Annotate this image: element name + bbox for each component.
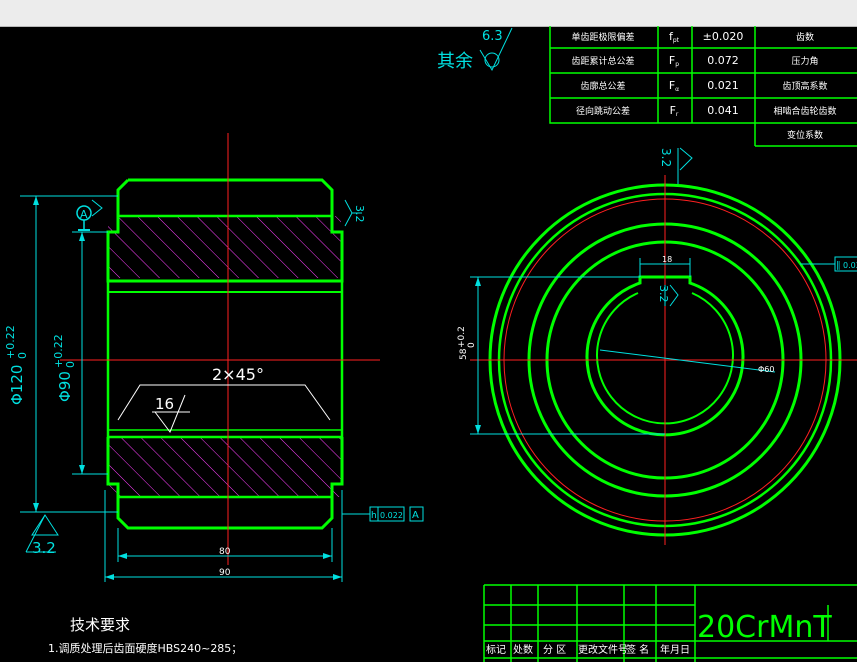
general-roughness-symbol: 6.3 其余 xyxy=(437,27,513,72)
bore-diameter-dim: Φ90 xyxy=(56,371,74,402)
roughness-rest-label: 其余 xyxy=(437,51,473,72)
outer-diameter-dim: Φ120 xyxy=(8,365,26,405)
roughness-value: 16 xyxy=(155,395,174,413)
inner-length-dim: 80 xyxy=(219,547,231,557)
key-depth-tol-upper: +0.2 xyxy=(457,326,467,348)
total-length-dim: 90 xyxy=(219,568,231,578)
tolerance-value: 0.022 xyxy=(380,511,403,520)
table-row-value: 0.072 xyxy=(707,54,739,67)
notes-line: 1.调质处理后齿面硬度HBS240~285； xyxy=(48,641,242,655)
roughness-value: 3.2 xyxy=(659,148,673,167)
roughness-value: 3.2 xyxy=(32,539,56,557)
window-title-bar xyxy=(0,0,857,27)
keyway-roughness: 3.2 xyxy=(657,284,679,307)
title-block-header: 更改文件号 xyxy=(578,643,628,656)
tolerance-symbol: ∥ xyxy=(836,261,841,271)
roughness-value: 3.2 xyxy=(353,205,366,223)
roughness-value: 3.2 xyxy=(657,285,670,303)
title-block-header: 年月日 xyxy=(660,643,690,656)
key-width-dim: 18 xyxy=(662,255,672,264)
svg-text:Fp: Fp xyxy=(669,54,679,68)
svg-text:Fα: Fα xyxy=(669,79,679,93)
hatch-upper xyxy=(108,216,341,278)
table-row-symbol-sub: α xyxy=(675,86,679,93)
table-row-name: 齿廓总公差 xyxy=(580,80,625,92)
roughness-symbol-right: 3.2 xyxy=(344,199,366,227)
datum-letter: A xyxy=(80,208,88,221)
title-block-header: 处数 xyxy=(513,643,533,656)
section-view: 2×45° 16 3.2 A Φ120 +0.22 0 Φ90 +0.22 0 … xyxy=(4,133,424,582)
roughness-value: 6.3 xyxy=(482,29,503,44)
table-row-symbol-sub: pt xyxy=(673,37,680,44)
table-row-name: 齿距累计总公差 xyxy=(571,55,634,67)
material-label: 20CrMnT xyxy=(697,610,832,645)
svg-text:Φ120: Φ120 xyxy=(8,365,26,405)
table-right-label: 齿数 xyxy=(796,31,814,43)
gear-front-view: 18 58 +0.2 0 Φ60 3.2 3.2 ∥ 0.0 xyxy=(457,147,857,545)
table-row-symbol-sub: r xyxy=(676,111,679,118)
notes-title: 技术要求 xyxy=(70,616,130,634)
key-depth-dim: 58 xyxy=(459,348,469,360)
svg-text:Φ90: Φ90 xyxy=(56,371,74,402)
outer-diameter-tol-lower: 0 xyxy=(16,352,29,359)
bore-diameter-tol-lower: 0 xyxy=(64,361,77,368)
tolerance-value: 0.02 xyxy=(843,261,857,270)
table-right-label: 压力角 xyxy=(791,55,818,67)
cad-drawing-canvas[interactable]: 单齿距极限偏差 齿距累计总公差 齿廓总公差 径向跳动公差 fpt Fp Fα F… xyxy=(0,26,857,662)
hole-diameter-dim: Φ60 xyxy=(758,365,774,374)
datum-surface-roughness: 3.2 xyxy=(25,514,59,557)
tolerance-symbol: h xyxy=(371,511,377,521)
title-block-header: 签 名 xyxy=(626,643,649,656)
table-row-symbol-sub: p xyxy=(675,61,679,68)
table-row-name: 径向跳动公差 xyxy=(576,105,630,117)
svg-text:Fr: Fr xyxy=(670,104,679,118)
table-right-label: 齿顶高系数 xyxy=(782,80,827,92)
table-row-name: 单齿距极限偏差 xyxy=(571,31,634,43)
svg-text:fpt: fpt xyxy=(669,30,680,44)
table-right-label: 变位系数 xyxy=(787,129,823,141)
table-right-label: 相啮合齿轮齿数 xyxy=(773,105,836,117)
key-depth-tol-lower: 0 xyxy=(467,342,477,348)
gear-top-roughness: 3.2 xyxy=(659,147,693,184)
datum-reference-marker: A xyxy=(76,199,103,231)
tolerance-datum: A xyxy=(412,510,419,521)
title-block-header: 分 区 xyxy=(543,644,566,656)
table-row-value: ±0.020 xyxy=(703,30,744,43)
runout-tolerance-frame: h 0.022 A xyxy=(369,506,424,522)
title-block-header: 标记 xyxy=(486,644,506,656)
table-row-value: 0.021 xyxy=(707,79,739,92)
hatch-lower xyxy=(108,437,341,497)
chamfer-dimension: 2×45° xyxy=(212,365,264,384)
table-row-value: 0.041 xyxy=(707,104,739,117)
